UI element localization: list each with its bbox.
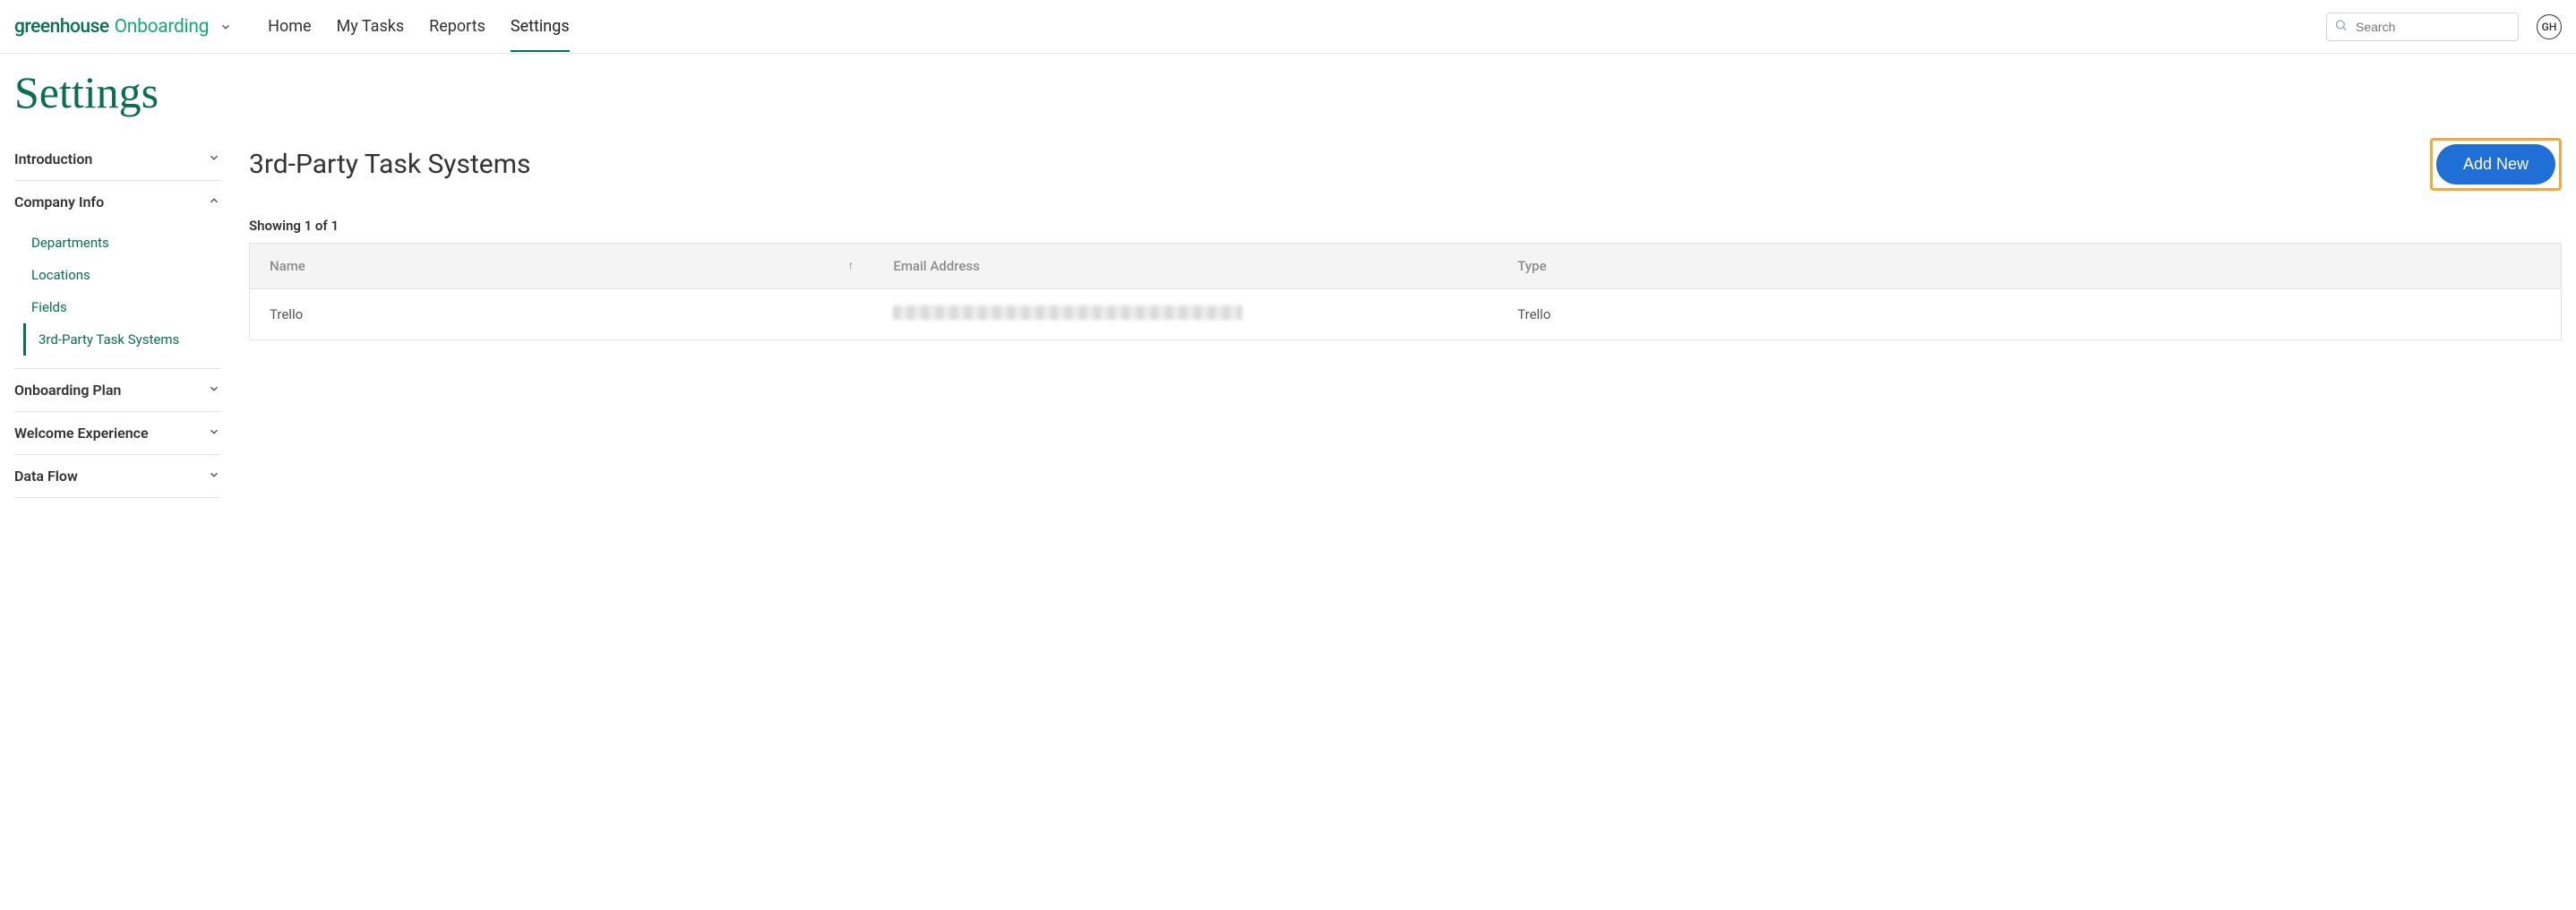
search-box[interactable] <box>2326 13 2519 41</box>
showing-count: Showing 1 of 1 <box>249 218 2562 234</box>
column-header-name[interactable]: Name ↑ <box>250 244 874 289</box>
search-icon <box>2334 18 2348 35</box>
chevron-up-icon <box>208 193 220 210</box>
sidebar-section-label: Company Info <box>14 193 104 210</box>
column-header-type[interactable]: Type <box>1498 244 2561 289</box>
nav-settings[interactable]: Settings <box>511 1 570 52</box>
add-new-highlight: Add New <box>2430 138 2562 191</box>
sidebar-section-label: Introduction <box>14 150 92 167</box>
sidebar-item-locations[interactable]: Locations <box>14 259 220 291</box>
page-title: Settings <box>0 54 2576 138</box>
column-label: Type <box>1517 258 1546 274</box>
chevron-down-icon <box>208 150 220 167</box>
column-label: Name <box>270 258 305 274</box>
search-input[interactable] <box>2356 20 2509 34</box>
table-row[interactable]: Trello Trello <box>250 289 2562 340</box>
nav-my-tasks[interactable]: My Tasks <box>337 1 405 52</box>
top-nav: Home My Tasks Reports Settings <box>268 1 570 52</box>
cell-email <box>873 289 1498 340</box>
sidebar-item-fields[interactable]: Fields <box>14 291 220 323</box>
chevron-down-icon[interactable] <box>219 21 232 33</box>
sidebar-section-welcome-experience[interactable]: Welcome Experience <box>14 412 220 454</box>
sort-asc-icon: ↑ <box>847 258 854 273</box>
main-content: 3rd-Party Task Systems Add New Showing 1… <box>249 138 2562 340</box>
task-systems-table: Name ↑ Email Address Type Trello Trello <box>249 243 2562 340</box>
sidebar-section-onboarding-plan[interactable]: Onboarding Plan <box>14 369 220 411</box>
sidebar-section-label: Welcome Experience <box>14 425 149 442</box>
chevron-down-icon <box>208 382 220 399</box>
chevron-down-icon <box>208 468 220 485</box>
avatar[interactable]: GH <box>2537 14 2562 39</box>
column-label: Email Address <box>893 258 980 274</box>
nav-reports[interactable]: Reports <box>429 1 485 52</box>
cell-type: Trello <box>1498 289 2561 340</box>
logo-secondary: Onboarding <box>115 16 210 38</box>
sidebar-section-company-info[interactable]: Company Info <box>14 181 220 223</box>
logo[interactable]: greenhouse Onboarding <box>14 16 232 38</box>
sidebar: Introduction Company Info Departments Lo… <box>14 138 220 498</box>
main-title: 3rd-Party Task Systems <box>249 149 531 180</box>
nav-home[interactable]: Home <box>268 1 311 52</box>
column-header-email[interactable]: Email Address <box>873 244 1498 289</box>
sidebar-section-label: Data Flow <box>14 468 78 485</box>
sidebar-item-departments[interactable]: Departments <box>14 227 220 259</box>
sidebar-section-label: Onboarding Plan <box>14 382 121 399</box>
sidebar-section-data-flow[interactable]: Data Flow <box>14 455 220 497</box>
logo-primary: greenhouse <box>14 16 109 38</box>
redacted-text <box>893 305 1242 320</box>
sidebar-item-3rd-party-task-systems[interactable]: 3rd-Party Task Systems <box>23 323 220 356</box>
cell-name: Trello <box>250 289 874 340</box>
top-bar: greenhouse Onboarding Home My Tasks Repo… <box>0 0 2576 54</box>
chevron-down-icon <box>208 425 220 442</box>
add-new-button[interactable]: Add New <box>2436 144 2555 185</box>
sidebar-section-introduction[interactable]: Introduction <box>14 138 220 180</box>
